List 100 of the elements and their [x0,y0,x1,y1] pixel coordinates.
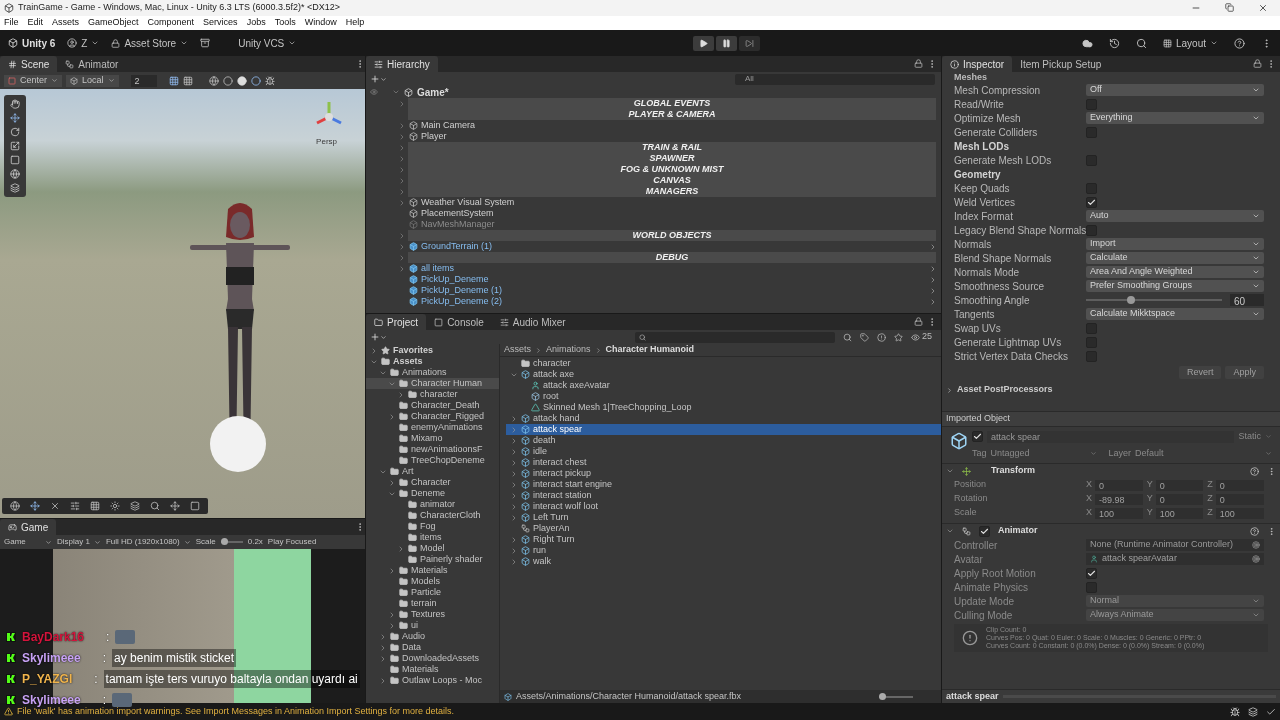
dropdown[interactable]: Prefer Smoothing Groups [1086,280,1264,292]
more-icon[interactable] [1267,526,1276,536]
component-title[interactable]: Transform [991,464,1035,478]
cache-icon[interactable] [1248,706,1258,717]
globe-icon[interactable] [208,75,219,86]
dropdown[interactable]: Calculate [1086,252,1264,264]
hierarchy-header[interactable]: DEBUG [408,252,936,263]
sliders-icon[interactable] [70,501,80,511]
breadcrumb-item[interactable]: Character Humanoid [605,343,695,357]
asset-item[interactable]: idle [506,446,941,457]
number-field[interactable]: 0 [1155,493,1204,505]
asset-item[interactable]: root [506,391,941,402]
sun-icon[interactable] [110,501,120,511]
camera-icon[interactable] [190,501,200,511]
debug-icon[interactable] [1230,706,1240,717]
search-field[interactable]: All [735,73,935,85]
asset-item[interactable]: attack spear [506,424,941,435]
dropdown[interactable]: Always Animate [1086,609,1264,621]
menu-item[interactable]: Edit [27,16,44,30]
tab[interactable]: Game [0,519,57,535]
search-icon[interactable] [1135,37,1147,49]
favorite-icon[interactable] [894,332,903,342]
help-icon[interactable] [1234,37,1245,49]
hand-tool-icon[interactable] [10,99,20,109]
space-dropdown[interactable]: Local [66,74,119,87]
help-icon[interactable] [1250,466,1259,476]
asset-item[interactable]: interact wolf loot [506,501,941,512]
dropdown[interactable]: Import [1086,238,1264,250]
move-icon[interactable] [30,501,40,511]
asset-item[interactable]: interact station [506,490,941,501]
layers-icon[interactable] [130,501,140,511]
hierarchy-header[interactable]: MANAGERS [408,186,936,197]
pause-button[interactable] [716,35,738,51]
hierarchy-header[interactable]: WORLD OBJECTS [408,230,936,241]
tab[interactable]: Hierarchy [366,56,438,72]
menu-item[interactable]: Tools [274,16,296,30]
label-icon[interactable] [860,332,869,342]
play-focused-dropdown[interactable]: Play Focused [267,536,317,548]
resolution-dropdown[interactable]: Full HD (1920x1080) [105,536,191,548]
number-field[interactable]: 0 [1095,479,1143,491]
rotate-tool-icon[interactable] [10,127,20,137]
checkbox[interactable] [1086,567,1097,579]
number-field[interactable]: 100 [1155,507,1204,519]
breadcrumb-item[interactable]: Animations [546,343,591,357]
search-field[interactable] [635,331,835,343]
menu-item[interactable]: Assets [52,16,80,30]
menu-item[interactable]: Component [147,16,195,30]
help-icon[interactable] [1250,526,1259,536]
view-dropdown[interactable]: Game [4,536,52,548]
asset-item[interactable]: Right Turn [506,534,941,545]
tab[interactable]: Item Pickup Setup [1012,56,1110,72]
move-icon[interactable] [170,501,180,511]
scene-name[interactable]: Game* [417,86,449,100]
asset-item[interactable]: walk [506,556,941,567]
number-field[interactable]: 60 [1230,294,1264,306]
more-icon[interactable] [1267,466,1276,476]
hierarchy-header[interactable]: FOG & UNKNOWN MIST [408,164,936,175]
layer-dropdown[interactable]: Default [1135,446,1272,460]
vcs-button[interactable]: Unity VCS [238,35,297,51]
layout-button[interactable]: Layout [1162,35,1218,51]
lock-icon[interactable] [914,317,923,326]
lock-icon[interactable] [1253,59,1262,68]
asset-item[interactable]: interact chest [506,457,941,468]
orbit-icon[interactable] [10,501,20,511]
hierarchy-header[interactable]: GLOBAL EVENTS [408,98,936,109]
open-prefab-icon[interactable] [929,242,937,251]
add-button[interactable] [370,74,387,84]
play-button[interactable] [693,35,715,51]
layers-tool-icon[interactable] [10,183,20,193]
hierarchy-header[interactable]: CANVAS [408,175,936,186]
dropdown[interactable]: Off [1086,84,1264,96]
menu-item[interactable]: File [4,16,19,30]
tab[interactable]: Audio Mixer [491,314,574,330]
folder-tree-item[interactable]: Art [402,464,414,479]
asset-item[interactable]: Left Turn [506,512,941,523]
menu-item[interactable]: Window [304,16,337,30]
foldout-header[interactable]: Asset PostProcessors [942,383,1280,397]
archive-icon[interactable] [200,38,211,48]
search-icon[interactable] [150,501,160,511]
shaded-icon[interactable] [236,75,247,86]
history-icon[interactable] [1108,37,1120,49]
hierarchy-header[interactable]: SPAWNER [408,153,936,164]
add-button[interactable] [370,332,387,342]
grid-icon[interactable] [90,501,100,511]
grid-snap-icon[interactable] [182,75,193,86]
menu-item[interactable]: Services [203,16,238,30]
asset-item[interactable]: attack hand [506,413,941,424]
lock-icon[interactable] [914,59,923,68]
asset-store-button[interactable]: Asset Store [111,35,189,51]
number-field[interactable]: 0 [1215,479,1264,491]
display-dropdown[interactable]: Display 1 [57,536,101,548]
account-button[interactable]: Z [67,35,100,51]
asset-item[interactable]: attack axe [506,369,941,380]
pivot-dropdown[interactable]: Center [4,74,62,87]
tag-dropdown[interactable]: Untagged [990,446,1097,460]
cross-icon[interactable] [50,501,60,511]
transform-tool-icon[interactable] [10,169,20,179]
cloud-icon[interactable] [1081,37,1093,49]
checkbox[interactable] [1086,196,1097,208]
hierarchy-header[interactable]: TRAIN & RAIL [408,142,936,153]
